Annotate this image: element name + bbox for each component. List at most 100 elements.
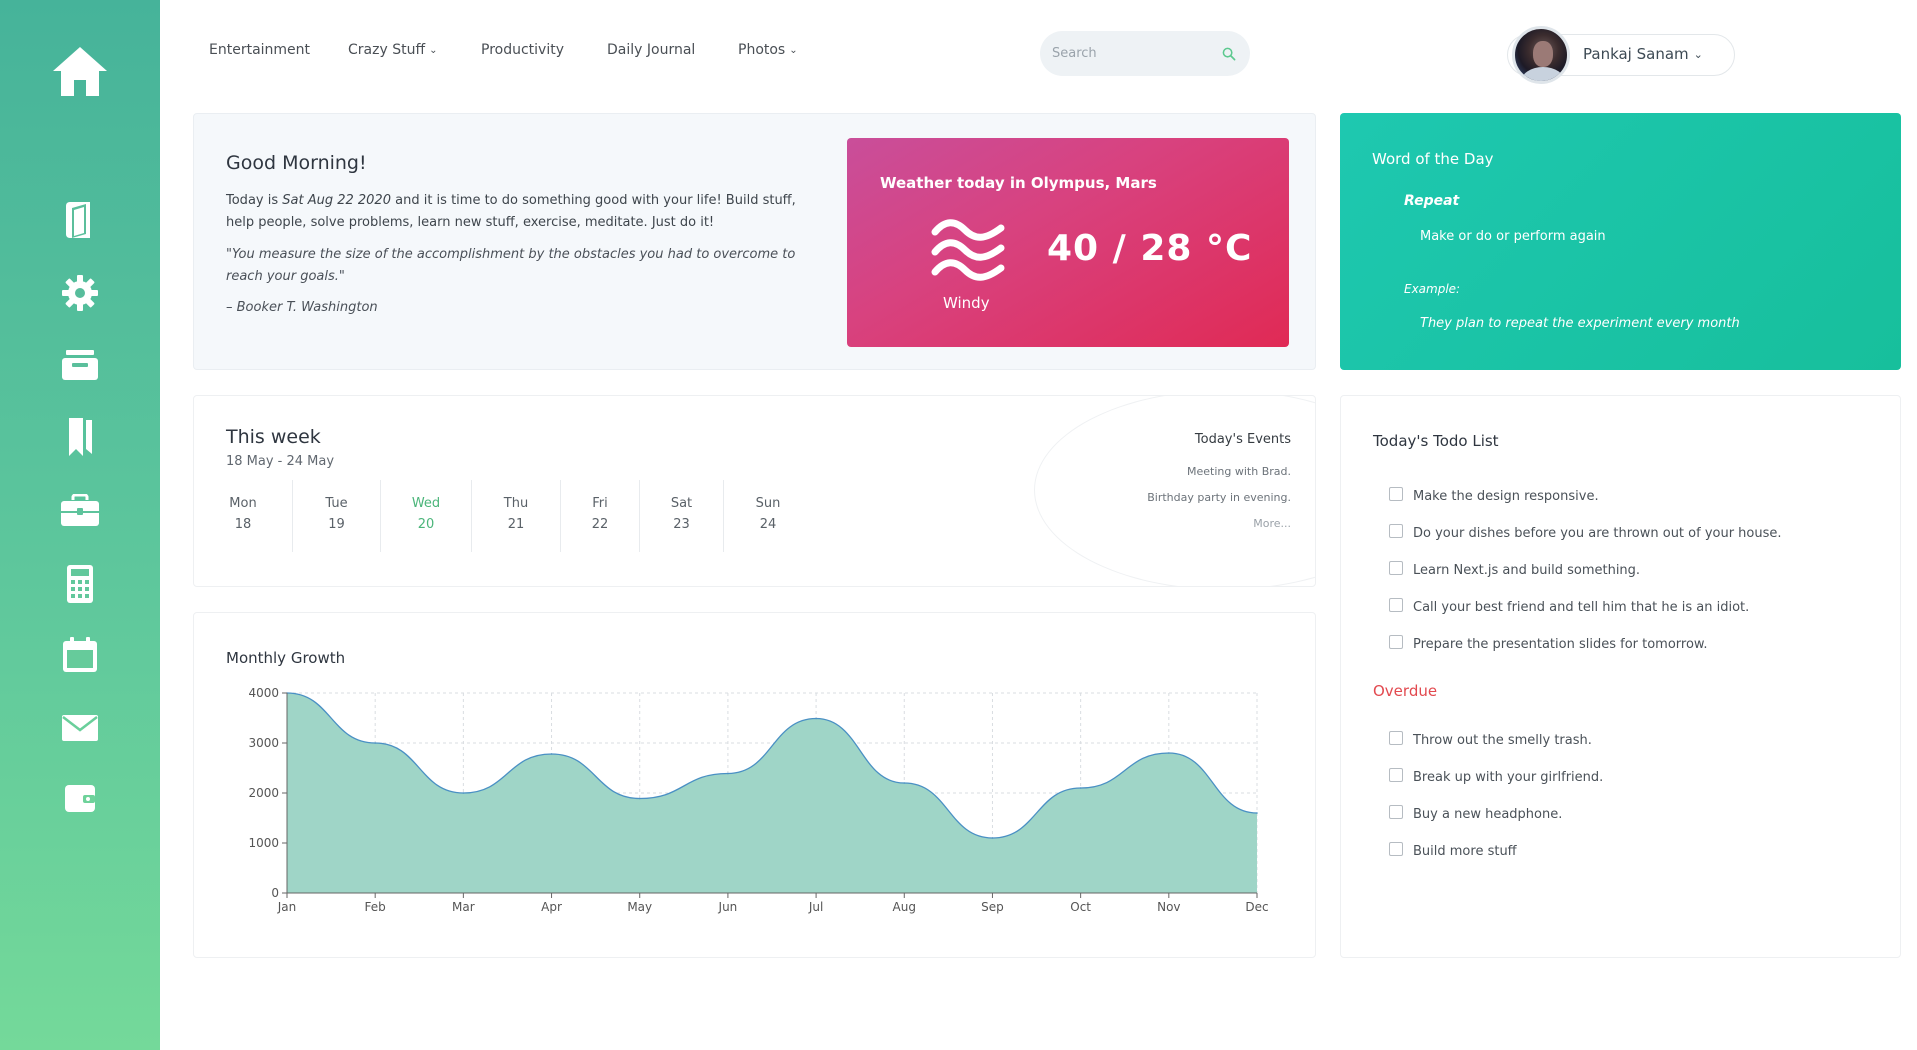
calendar-icon[interactable] (61, 636, 99, 674)
inbox-icon[interactable] (60, 348, 100, 382)
week-range: 18 May - 24 May (226, 454, 335, 469)
day-name: Sun (755, 496, 781, 511)
sidebar (0, 0, 160, 1050)
todo-text: Buy a new headphone. (1413, 807, 1563, 822)
todo-checkbox[interactable] (1389, 560, 1403, 575)
todo-text: Break up with your girlfriend. (1413, 770, 1604, 785)
nav-label: Photos (738, 42, 786, 58)
greeting-text: Today is Sat Aug 22 2020 and it is time … (226, 190, 826, 234)
todo-item[interactable]: Prepare the presentation slides for tomo… (1389, 626, 1782, 663)
todo-checkbox[interactable] (1389, 730, 1403, 745)
y-tick-label: 0 (271, 886, 279, 900)
search-box (1040, 31, 1250, 76)
nav-crazy-stuff[interactable]: Crazy Stuff ⌄ (348, 42, 437, 58)
book-icon[interactable] (64, 200, 96, 240)
day-fri[interactable]: Fri 22 (561, 480, 640, 552)
nav-photos[interactable]: Photos ⌄ (738, 42, 798, 58)
todo-item[interactable]: Call your best friend and tell him that … (1389, 589, 1782, 626)
weather-card: Weather today in Olympus, Mars Windy 40 … (847, 138, 1289, 347)
todo-checkbox[interactable] (1389, 486, 1403, 501)
weather-title: Weather today in Olympus, Mars (880, 174, 1157, 192)
todo-text: Prepare the presentation slides for tomo… (1413, 637, 1708, 652)
nav-label: Entertainment (209, 42, 311, 58)
data-point (727, 772, 729, 775)
data-point (903, 782, 906, 784)
overdue-item[interactable]: Break up with your girlfriend. (1389, 759, 1603, 796)
todo-text: Do your dishes before you are thrown out… (1413, 526, 1782, 541)
wotd-title: Word of the Day (1372, 150, 1494, 168)
x-tick-label: Mar (452, 900, 475, 914)
day-date: 23 (673, 517, 690, 532)
overdue-item[interactable]: Build more stuff (1389, 833, 1603, 870)
day-name: Wed (411, 496, 441, 511)
bookmarks-icon[interactable] (65, 416, 95, 458)
day-name: Mon (229, 496, 257, 511)
todo-checkbox[interactable] (1389, 523, 1403, 538)
chevron-down-icon: ⌄ (1693, 47, 1703, 61)
event-item[interactable]: Meeting with Brad. (1147, 465, 1291, 478)
wotd-example-label: Example: (1404, 282, 1461, 296)
data-point (374, 742, 376, 744)
day-name: Thu (503, 496, 529, 511)
day-tue[interactable]: Tue 19 (293, 480, 381, 552)
x-tick-label: Dec (1245, 900, 1268, 914)
day-name: Fri (592, 496, 608, 511)
day-mon[interactable]: Mon 18 (194, 480, 293, 552)
chevron-down-icon: ⌄ (789, 45, 798, 56)
greeting-text-prefix: Today is (226, 193, 283, 208)
greeting-date: Sat Aug 22 2020 (282, 193, 391, 208)
week-title: This week (226, 426, 321, 448)
day-date: 22 (591, 517, 609, 532)
nav-label: Productivity (481, 42, 564, 58)
overdue-item[interactable]: Buy a new headphone. (1389, 796, 1603, 833)
quote-author: – Booker T. Washington (226, 300, 378, 315)
x-tick-label: Aug (893, 900, 916, 914)
todo-item[interactable]: Do your dishes before you are thrown out… (1389, 515, 1782, 552)
nav-productivity[interactable]: Productivity (481, 42, 564, 58)
todo-checkbox[interactable] (1389, 767, 1403, 782)
day-wed[interactable]: Wed 20 (381, 480, 472, 552)
events-title: Today's Events (1194, 432, 1291, 447)
x-tick-label: Apr (541, 900, 562, 914)
todo-checkbox[interactable] (1389, 841, 1403, 856)
data-point (991, 837, 994, 839)
word-of-day-card: Word of the Day Repeat Make or do or per… (1340, 113, 1901, 370)
x-tick-label: Nov (1157, 900, 1180, 914)
nav-entertainment[interactable]: Entertainment (209, 42, 310, 58)
x-tick-label: Jun (718, 900, 738, 914)
wallet-icon[interactable] (63, 782, 97, 814)
calculator-icon[interactable] (65, 564, 95, 604)
todo-checkbox[interactable] (1389, 597, 1403, 612)
todo-card: Today's Todo List Make the design respon… (1340, 395, 1901, 958)
todo-item[interactable]: Learn Next.js and build something. (1389, 552, 1782, 589)
weather-condition: Windy (943, 294, 990, 312)
day-date: 19 (328, 517, 345, 532)
todo-checkbox[interactable] (1389, 804, 1403, 819)
data-point (550, 753, 553, 755)
day-sun[interactable]: Sun 24 (724, 480, 812, 552)
day-date: 20 (417, 517, 435, 532)
todo-item[interactable]: Make the design responsive. (1389, 478, 1782, 515)
avatar[interactable] (1512, 26, 1570, 84)
todo-checkbox[interactable] (1389, 634, 1403, 649)
briefcase-icon[interactable] (60, 494, 100, 528)
home-icon[interactable] (50, 44, 110, 98)
search-input[interactable] (1052, 46, 1222, 61)
profile-name[interactable]: Pankaj Sanam ⌄ (1583, 45, 1703, 63)
gear-icon[interactable] (61, 274, 99, 312)
day-sat[interactable]: Sat 23 (640, 480, 724, 552)
todo-list: Make the design responsive. Do your dish… (1389, 478, 1782, 663)
day-thu[interactable]: Thu 21 (472, 480, 561, 552)
todo-text: Build more stuff (1413, 844, 1517, 859)
mail-icon[interactable] (61, 714, 99, 742)
greeting-title: Good Morning! (226, 152, 367, 174)
events-more-link[interactable]: More... (1147, 517, 1291, 530)
overdue-item[interactable]: Throw out the smelly trash. (1389, 722, 1603, 759)
todo-text: Call your best friend and tell him that … (1413, 600, 1750, 615)
chevron-down-icon: ⌄ (429, 45, 438, 56)
nav-daily-journal[interactable]: Daily Journal (607, 42, 695, 58)
nav-label: Daily Journal (607, 42, 696, 58)
todo-title: Today's Todo List (1373, 432, 1499, 450)
search-icon[interactable] (1222, 44, 1236, 64)
event-item[interactable]: Birthday party in evening. (1147, 491, 1291, 504)
